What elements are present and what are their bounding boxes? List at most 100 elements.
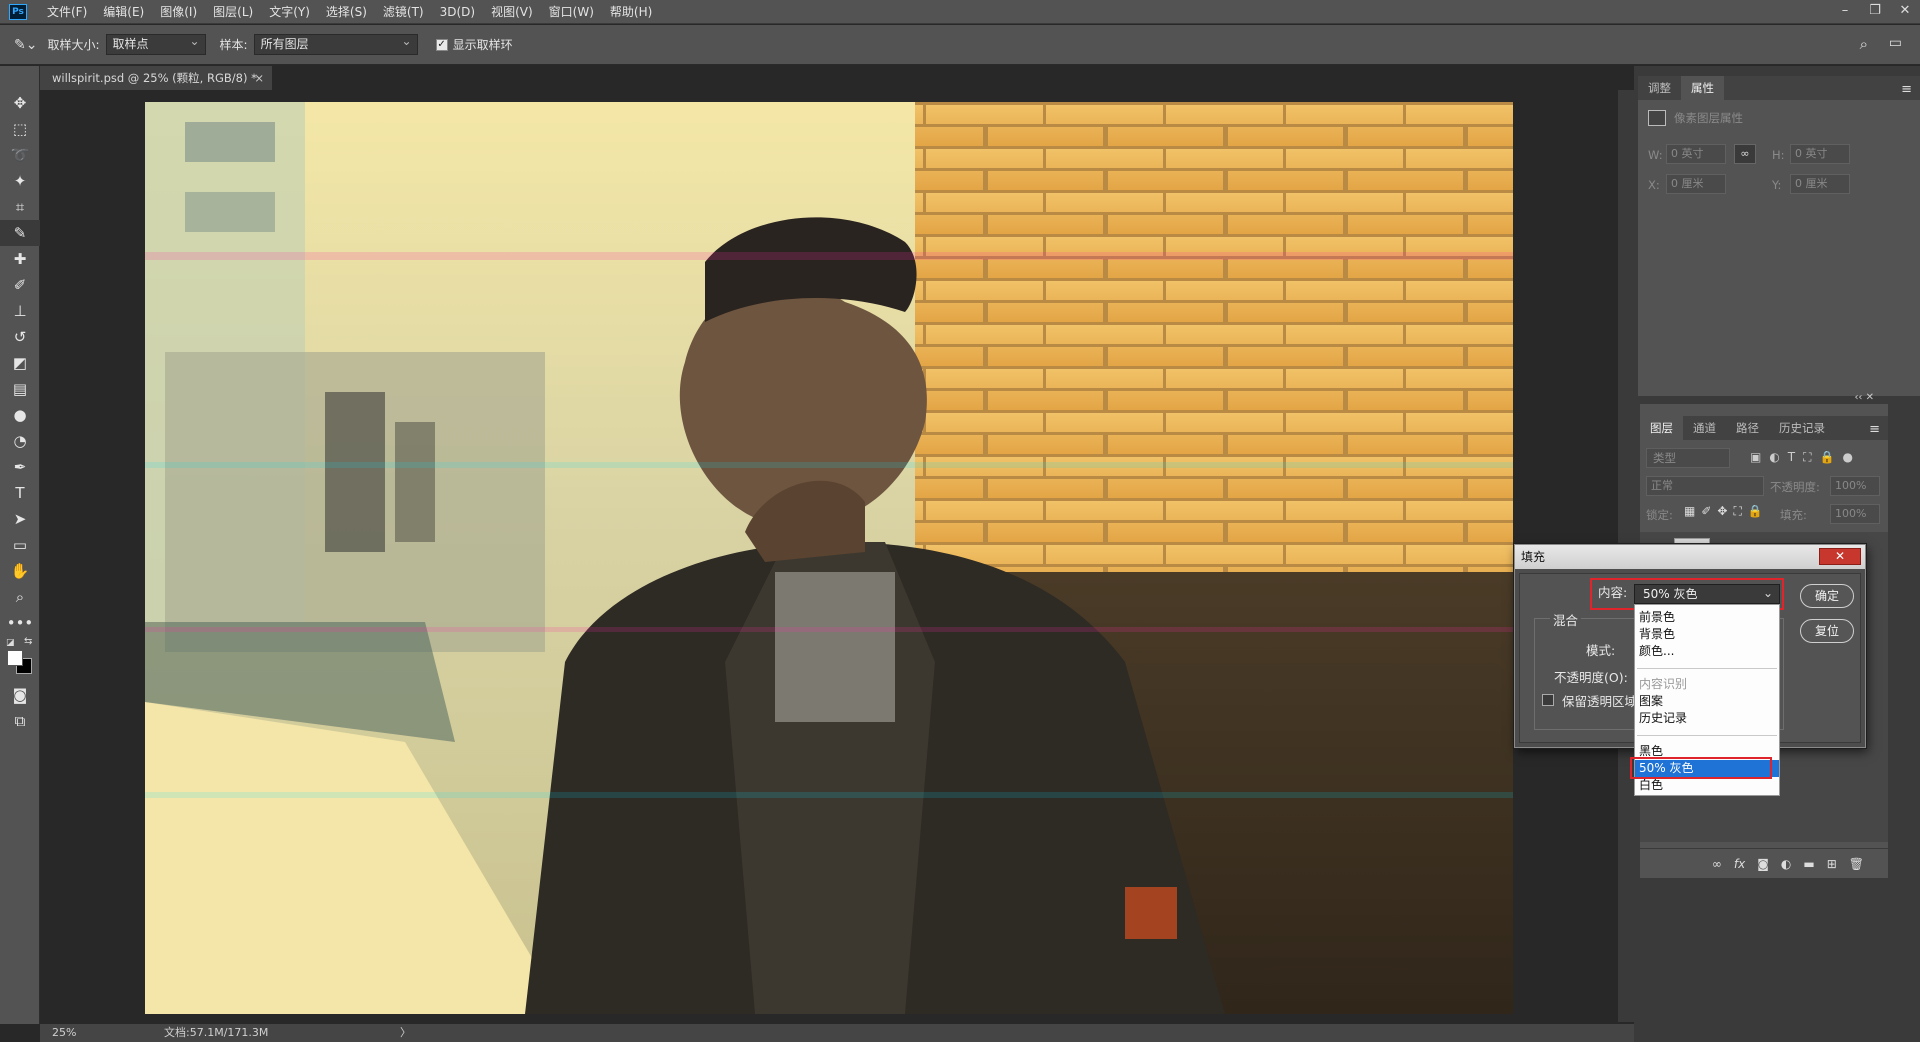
option-color[interactable]: 颜色... xyxy=(1635,643,1779,660)
blend-mode-select[interactable]: 正常 xyxy=(1646,476,1764,496)
tab-layers[interactable]: 图层 xyxy=(1640,416,1683,440)
screen-mode-icon[interactable]: ⧉ xyxy=(0,708,40,734)
add-mask-icon[interactable]: ◙ xyxy=(1757,857,1769,871)
option-foreground[interactable]: 前景色 xyxy=(1635,609,1779,626)
layer-filter-select[interactable]: 类型 xyxy=(1646,448,1730,468)
zoom-tool-icon[interactable]: ⌕ xyxy=(0,584,40,610)
more-tools-icon[interactable]: ••• xyxy=(0,610,40,636)
menu-edit[interactable]: 编辑(E) xyxy=(95,0,152,24)
history-brush-tool-icon[interactable]: ↺ xyxy=(0,324,40,350)
document-info: 文档:57.1M/171.3M xyxy=(164,1026,269,1039)
sample-select[interactable]: 所有图层 xyxy=(253,32,418,55)
option-white[interactable]: 白色 xyxy=(1635,777,1779,794)
blur-tool-icon[interactable]: ● xyxy=(0,402,40,428)
healing-brush-tool-icon[interactable]: ✚ xyxy=(0,246,40,272)
lock-icons[interactable]: ▦✐✥⛶🔒 xyxy=(1684,504,1769,519)
color-swatches[interactable]: ◪ ⇆ xyxy=(0,636,39,682)
rectangle-tool-icon[interactable]: ▭ xyxy=(0,532,40,558)
dialog-close-button[interactable]: ✕ xyxy=(1819,548,1861,565)
panel-menu-icon[interactable]: ≡ xyxy=(1901,82,1912,97)
marquee-tool-icon[interactable]: ⬚ xyxy=(0,116,40,142)
sample-size-label: 取样大小: xyxy=(47,38,100,52)
filter-kind-label: 类型 xyxy=(1653,451,1676,465)
hand-tool-icon[interactable]: ✋ xyxy=(0,558,40,584)
link-dimensions-icon[interactable]: ∞ xyxy=(1734,144,1756,164)
menu-filter[interactable]: 滤镜(T) xyxy=(375,0,432,24)
sample-size-select[interactable]: 取样点 xyxy=(105,32,206,55)
h-field[interactable]: 0 英寸 xyxy=(1790,144,1850,164)
reset-button[interactable]: 复位 xyxy=(1800,619,1854,643)
status-bar: 25% 文档:57.1M/171.3M 〉 xyxy=(40,1024,1634,1042)
brush-tool-icon[interactable]: ✐ xyxy=(0,272,40,298)
pen-tool-icon[interactable]: ✒ xyxy=(0,454,40,480)
show-ring-checkbox[interactable]: ✓ xyxy=(435,38,448,51)
tab-history[interactable]: 历史记录 xyxy=(1769,416,1835,440)
fill-field[interactable]: 100% xyxy=(1830,504,1880,524)
x-field[interactable]: 0 厘米 xyxy=(1666,174,1726,194)
menu-file[interactable]: 文件(F) xyxy=(39,0,95,24)
blend-group-label: 混合 xyxy=(1550,610,1582,629)
w-field[interactable]: 0 英寸 xyxy=(1666,144,1726,164)
tab-paths[interactable]: 路径 xyxy=(1726,416,1769,440)
tab-channels[interactable]: 通道 xyxy=(1683,416,1726,440)
clone-stamp-tool-icon[interactable]: ⊥ xyxy=(0,298,40,324)
tab-properties[interactable]: 属性 xyxy=(1681,76,1724,100)
preserve-transparency-checkbox[interactable] xyxy=(1542,694,1554,706)
workspace-icon[interactable]: ▭ xyxy=(1889,35,1902,51)
delete-layer-icon[interactable]: 🗑 xyxy=(1849,857,1864,871)
crop-tool-icon[interactable]: ⌗ xyxy=(0,194,40,220)
menu-select[interactable]: 选择(S) xyxy=(318,0,375,24)
y-field[interactable]: 0 厘米 xyxy=(1790,174,1850,194)
layers-panel-menu-icon[interactable]: ≡ xyxy=(1869,422,1880,437)
path-selection-tool-icon[interactable]: ➤ xyxy=(0,506,40,532)
new-layer-icon[interactable]: ⊞ xyxy=(1827,857,1837,871)
adjustment-layer-icon[interactable]: ◐ xyxy=(1781,857,1791,871)
option-pattern[interactable]: 图案 xyxy=(1635,693,1779,710)
lasso-tool-icon[interactable]: ➰ xyxy=(0,142,40,168)
menu-3d[interactable]: 3D(D) xyxy=(432,0,483,24)
x-label: X: xyxy=(1648,178,1660,192)
dodge-tool-icon[interactable]: ◔ xyxy=(0,428,40,454)
zoom-level[interactable]: 25% xyxy=(40,1024,120,1042)
new-group-icon[interactable]: ▬ xyxy=(1803,857,1814,871)
close-document-icon[interactable]: × xyxy=(254,66,264,90)
search-icon[interactable]: ⌕ xyxy=(1860,35,1868,53)
opacity-field[interactable]: 100% xyxy=(1830,476,1880,496)
menu-view[interactable]: 视图(V) xyxy=(483,0,541,24)
document-image[interactable] xyxy=(145,102,1513,1014)
menu-window[interactable]: 窗口(W) xyxy=(541,0,602,24)
properties-panel-tabs: 调整 属性 xyxy=(1638,76,1920,100)
menu-type[interactable]: 文字(Y) xyxy=(261,0,318,24)
document-tab-title: willspirit.psd @ 25% (颗粒, RGB/8) * xyxy=(52,71,257,85)
ok-button[interactable]: 确定 xyxy=(1800,584,1854,608)
tools-panel: ✥ ⬚ ➰ ✦ ⌗ ✎ ✚ ✐ ⊥ ↺ ◩ ▤ ● ◔ ✒ T ➤ ▭ ✋ ⌕ … xyxy=(0,66,40,1024)
option-history[interactable]: 历史记录 xyxy=(1635,710,1779,727)
tab-adjustments[interactable]: 调整 xyxy=(1638,76,1681,100)
layers-footer: ∞ fx ◙ ◐ ▬ ⊞ 🗑 xyxy=(1640,848,1888,878)
quick-select-tool-icon[interactable]: ✦ xyxy=(0,168,40,194)
eyedropper-tool-icon[interactable]: ✎ xyxy=(0,220,40,246)
eyedropper-preset-icon[interactable]: ✎⌄ xyxy=(14,37,37,53)
type-tool-icon[interactable]: T xyxy=(0,480,40,506)
move-tool-icon[interactable]: ✥ xyxy=(0,90,40,116)
menu-image[interactable]: 图像(I) xyxy=(152,0,205,24)
properties-header-label: 像素图层属性 xyxy=(1674,111,1743,125)
layer-filter-icons[interactable]: ▣◐T⛶🔒● xyxy=(1750,450,1861,465)
eraser-tool-icon[interactable]: ◩ xyxy=(0,350,40,376)
minimize-button[interactable]: – xyxy=(1830,0,1860,22)
option-background[interactable]: 背景色 xyxy=(1635,626,1779,643)
fx-icon[interactable]: fx xyxy=(1734,857,1745,871)
default-colors-icon[interactable]: ◪ xyxy=(6,638,15,648)
menu-layer[interactable]: 图层(L) xyxy=(205,0,261,24)
foreground-color-swatch[interactable] xyxy=(7,650,23,666)
restore-button[interactable]: ❐ xyxy=(1860,0,1890,22)
document-tab[interactable]: willspirit.psd @ 25% (颗粒, RGB/8) * × xyxy=(40,66,272,90)
swap-colors-icon[interactable]: ⇆ xyxy=(24,636,32,647)
quick-mask-icon[interactable]: ◙ xyxy=(0,682,40,708)
collapse-panel-icon[interactable]: ‹‹ ✕ xyxy=(1854,392,1874,403)
link-layers-icon[interactable]: ∞ xyxy=(1712,857,1722,871)
menu-help[interactable]: 帮助(H) xyxy=(602,0,660,24)
close-window-button[interactable]: ✕ xyxy=(1890,0,1920,22)
gradient-tool-icon[interactable]: ▤ xyxy=(0,376,40,402)
status-menu-arrow[interactable]: 〉 xyxy=(400,1024,411,1042)
